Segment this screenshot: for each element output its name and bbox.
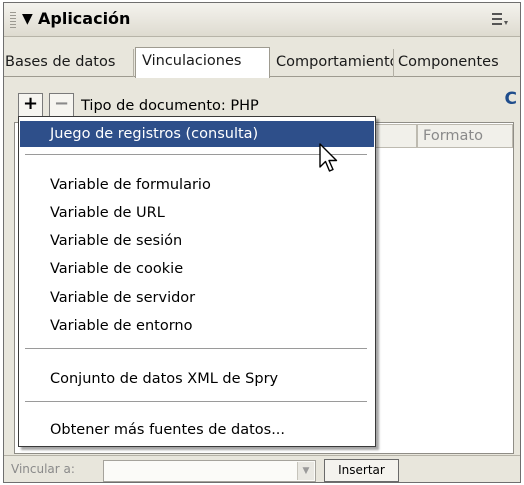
insert-button[interactable]: Insertar bbox=[324, 459, 399, 482]
menu-item-get-more-data-sources[interactable]: Obtener más fuentes de datos... bbox=[20, 417, 374, 443]
menu-item-session-variable[interactable]: Variable de sesión bbox=[20, 228, 374, 254]
bind-bar: Vincular a: ▼ Insertar bbox=[4, 455, 520, 482]
menu-separator bbox=[25, 401, 367, 403]
mouse-pointer-icon bbox=[319, 143, 338, 172]
tab-bases-de-datos[interactable]: Bases de datos bbox=[4, 49, 134, 77]
triangle-down-icon[interactable]: ▼ bbox=[22, 10, 33, 28]
chevron-down-icon[interactable]: ▼ bbox=[297, 462, 314, 480]
tab-componentes[interactable]: Componentes bbox=[395, 49, 520, 77]
remove-binding-button[interactable]: − bbox=[49, 93, 74, 117]
panel-options-icon[interactable] bbox=[492, 12, 508, 26]
menu-separator bbox=[25, 154, 367, 156]
bind-to-label: Vincular a: bbox=[11, 462, 75, 476]
menu-item-environment-variable[interactable]: Variable de entorno bbox=[20, 313, 374, 339]
tab-vinculaciones[interactable]: Vinculaciones bbox=[135, 47, 270, 78]
menu-item-spry-xml-dataset[interactable]: Conjunto de datos XML de Spry bbox=[20, 366, 374, 392]
panel-header[interactable]: ▼ Aplicación bbox=[4, 3, 520, 37]
panel-title: Aplicación bbox=[38, 9, 131, 28]
bind-to-select[interactable]: ▼ bbox=[103, 460, 316, 482]
panel-grip-icon[interactable] bbox=[10, 12, 16, 28]
add-binding-button[interactable]: + bbox=[18, 93, 43, 117]
bindings-toolbar: + − Tipo de documento: PHP C bbox=[4, 79, 520, 121]
menu-separator bbox=[25, 348, 367, 350]
menu-item-form-variable[interactable]: Variable de formulario bbox=[20, 172, 374, 198]
menu-item-cookie-variable[interactable]: Variable de cookie bbox=[20, 256, 374, 282]
column-header-format[interactable]: Formato bbox=[417, 124, 513, 148]
menu-item-server-variable[interactable]: Variable de servidor bbox=[20, 285, 374, 311]
refresh-icon[interactable]: C bbox=[505, 89, 517, 109]
panel-tabs: Bases de datos Vinculaciones Comportamie… bbox=[4, 47, 520, 78]
document-type-label: Tipo de documento: PHP bbox=[81, 98, 259, 114]
menu-item-url-variable[interactable]: Variable de URL bbox=[20, 200, 374, 226]
tab-comportamientos[interactable]: Comportamientos bbox=[272, 49, 394, 77]
